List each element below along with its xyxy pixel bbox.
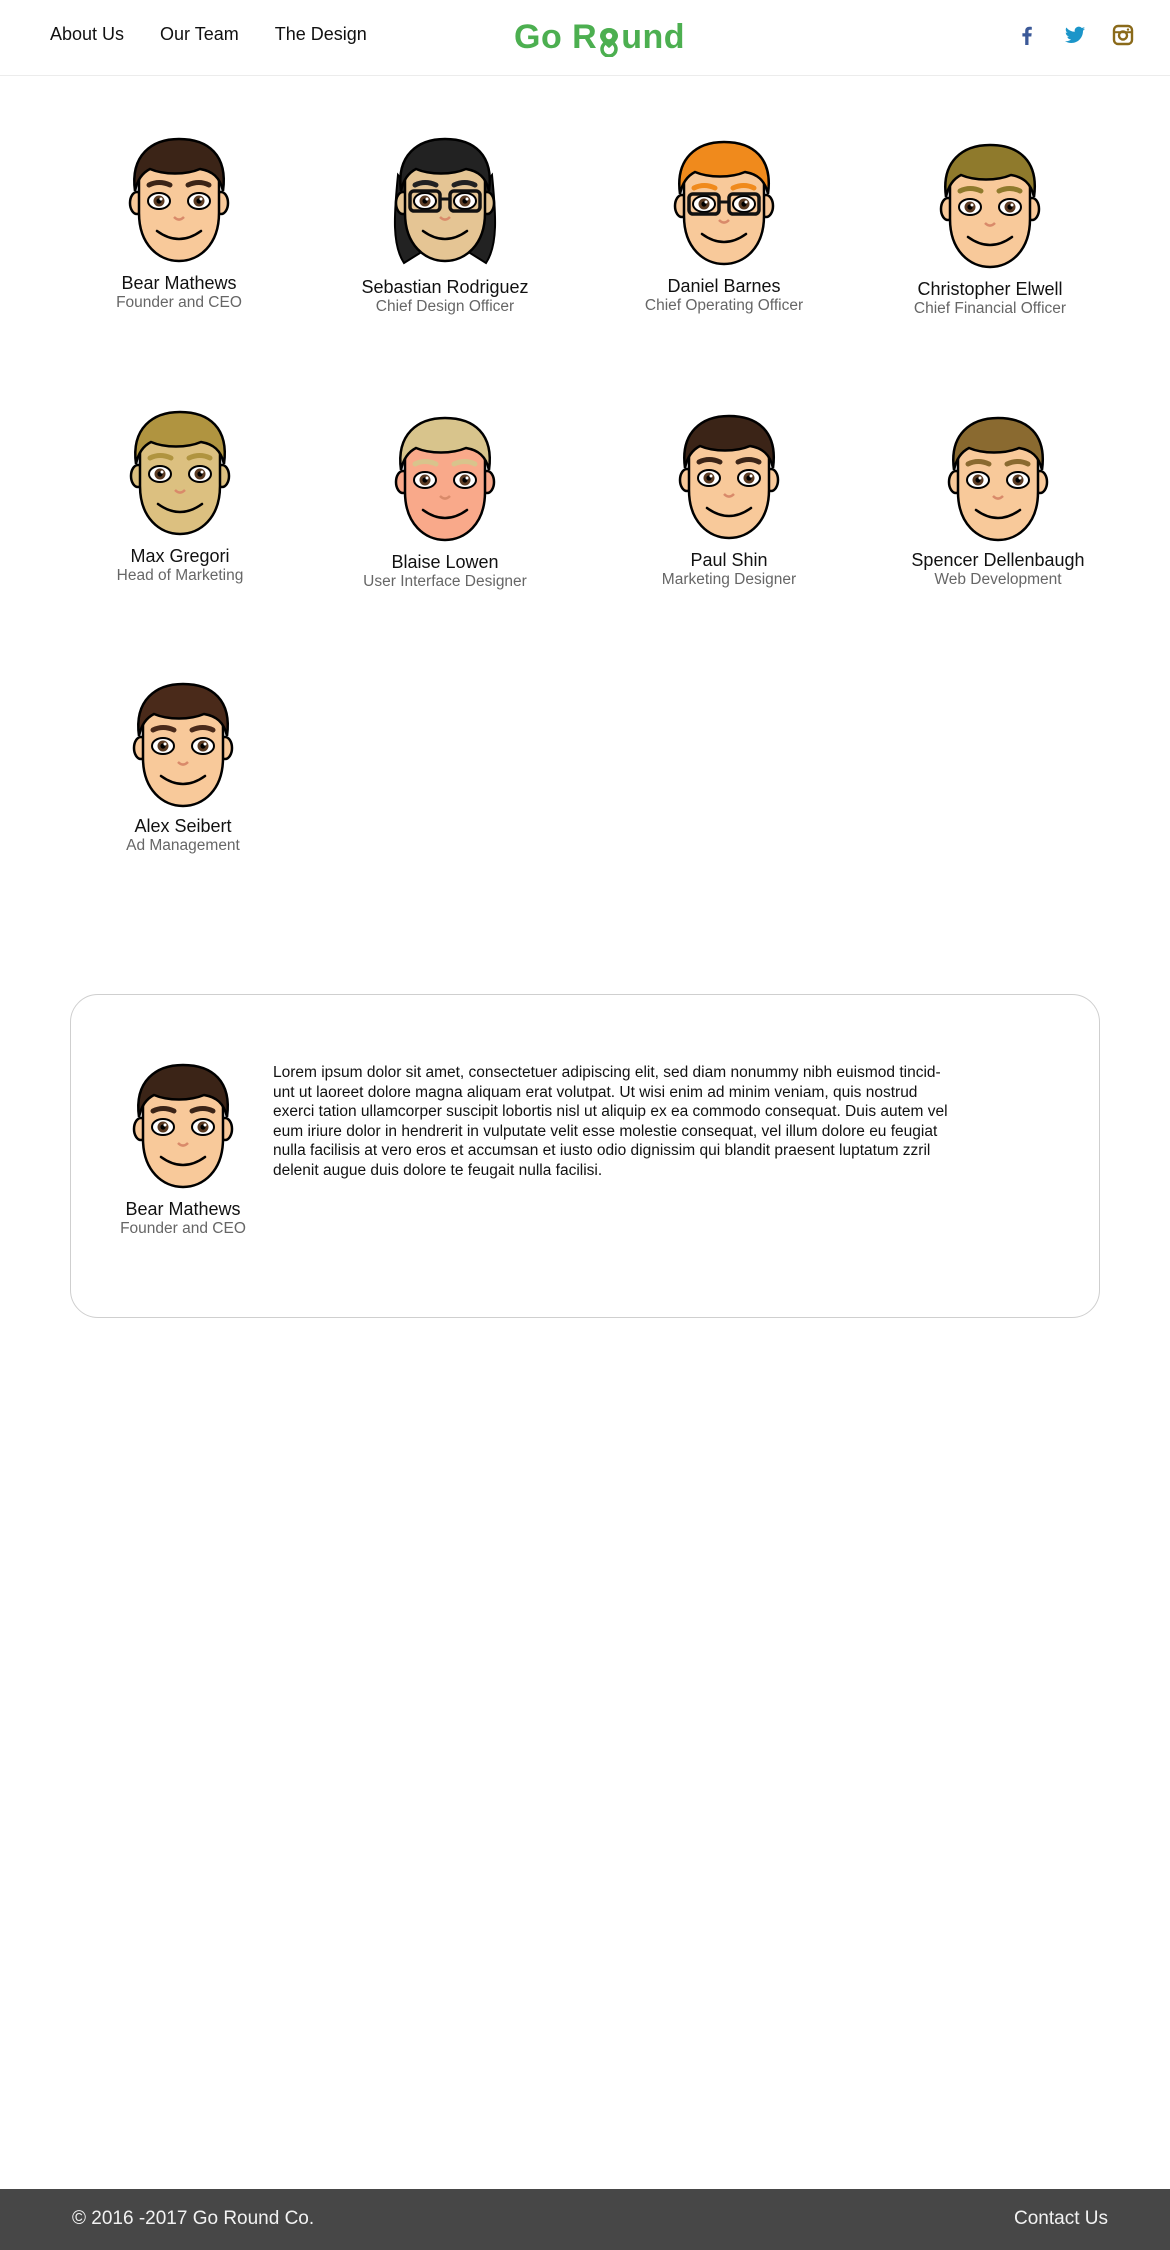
member-role: Ad Management xyxy=(126,837,240,854)
member-name: Sebastian Rodriguez xyxy=(361,277,529,297)
member-name: Bear Mathews xyxy=(121,273,237,293)
logo-text-start: Go R xyxy=(514,18,598,56)
team-member-card[interactable]: Bear Mathews Founder and CEO xyxy=(79,135,279,312)
bio-line: unt ut laoreet dolore magna aliquam erat… xyxy=(273,1083,918,1101)
avatar xyxy=(128,137,230,263)
bio-line: nulla facilisis at vero eros et accumsan… xyxy=(273,1142,931,1159)
member-name: Spencer Dellenbaugh xyxy=(911,550,1085,570)
team-member-card[interactable]: Sebastian Rodriguez Chief Design Officer xyxy=(345,131,545,316)
nav-our-team[interactable]: Our Team xyxy=(160,24,239,45)
member-name: Daniel Barnes xyxy=(667,276,781,296)
avatar xyxy=(394,416,496,542)
team-member-card[interactable]: Max Gregori Head of Marketing xyxy=(80,406,280,585)
social-links xyxy=(1016,24,1134,46)
bio-line: eum iriure dolor in hendrerit in vulputa… xyxy=(273,1122,938,1140)
avatar xyxy=(947,416,1049,542)
main-nav: About Us Our Team The Design xyxy=(50,24,367,45)
site-header: About Us Our Team The Design Go R und xyxy=(0,0,1170,76)
detail-name: Bear Mathews xyxy=(125,1199,241,1219)
member-name: Paul Shin xyxy=(690,550,768,570)
avatar xyxy=(678,414,780,540)
member-name: Max Gregori xyxy=(130,546,230,566)
avatar xyxy=(673,140,775,266)
location-pin-icon xyxy=(598,27,620,58)
site-footer: © 2016 -2017 Go Round Co. Contact Us xyxy=(0,2189,1170,2250)
member-role: Chief Operating Officer xyxy=(644,297,804,314)
team-member-card[interactable]: Christopher Elwell Chief Financial Offic… xyxy=(890,137,1090,318)
nav-the-design[interactable]: The Design xyxy=(275,24,367,45)
avatar xyxy=(132,1063,234,1189)
member-name: Blaise Lowen xyxy=(391,552,499,572)
member-role: Chief Design Officer xyxy=(375,298,515,315)
bio-line: exerci tation ullamcorper suscipit lobor… xyxy=(273,1103,948,1120)
nav-about-us[interactable]: About Us xyxy=(50,24,124,45)
member-role: Web Development xyxy=(934,571,1062,588)
member-role: Chief Financial Officer xyxy=(913,300,1067,317)
team-member-card[interactable]: Daniel Barnes Chief Operating Officer xyxy=(624,130,824,315)
member-role: Head of Marketing xyxy=(116,567,244,584)
detail-role: Founder and CEO xyxy=(120,1220,246,1237)
member-role: Marketing Designer xyxy=(661,571,797,588)
bio-line: delenit augue duis dolore te feugait nul… xyxy=(273,1161,603,1179)
logo-text-end: und xyxy=(621,18,686,56)
member-role: Founder and CEO xyxy=(116,294,242,311)
facebook-icon[interactable] xyxy=(1016,24,1038,46)
team-member-card[interactable]: Blaise Lowen User Interface Designer xyxy=(345,402,545,591)
avatar xyxy=(129,410,231,536)
team-member-card[interactable]: Alex Seibert Ad Management xyxy=(83,680,283,855)
member-detail-card: Bear Mathews Founder and CEO Lorem ipsum… xyxy=(70,994,1100,1318)
contact-us-link[interactable]: Contact Us xyxy=(1014,2208,1108,2230)
copyright-text: © 2016 -2017 Go Round Co. xyxy=(72,2208,315,2229)
member-name: Christopher Elwell xyxy=(917,279,1063,299)
avatar xyxy=(393,137,497,265)
member-role: User Interface Designer xyxy=(363,573,527,590)
logo[interactable]: Go R und xyxy=(514,18,686,58)
member-bio: Lorem ipsum dolor sit amet, consectetuer… xyxy=(273,1063,988,1180)
team-member-card[interactable]: Paul Shin Marketing Designer xyxy=(629,412,829,589)
instagram-icon[interactable] xyxy=(1112,24,1134,46)
avatar xyxy=(939,143,1041,269)
member-name: Alex Seibert xyxy=(134,816,232,836)
bio-line: Lorem ipsum dolor sit amet, consectetuer… xyxy=(273,1064,941,1081)
team-member-card[interactable]: Spencer Dellenbaugh Web Development xyxy=(898,414,1098,589)
avatar xyxy=(132,682,234,808)
detail-profile: Bear Mathews Founder and CEO xyxy=(83,1061,283,1238)
twitter-icon[interactable] xyxy=(1064,24,1086,46)
